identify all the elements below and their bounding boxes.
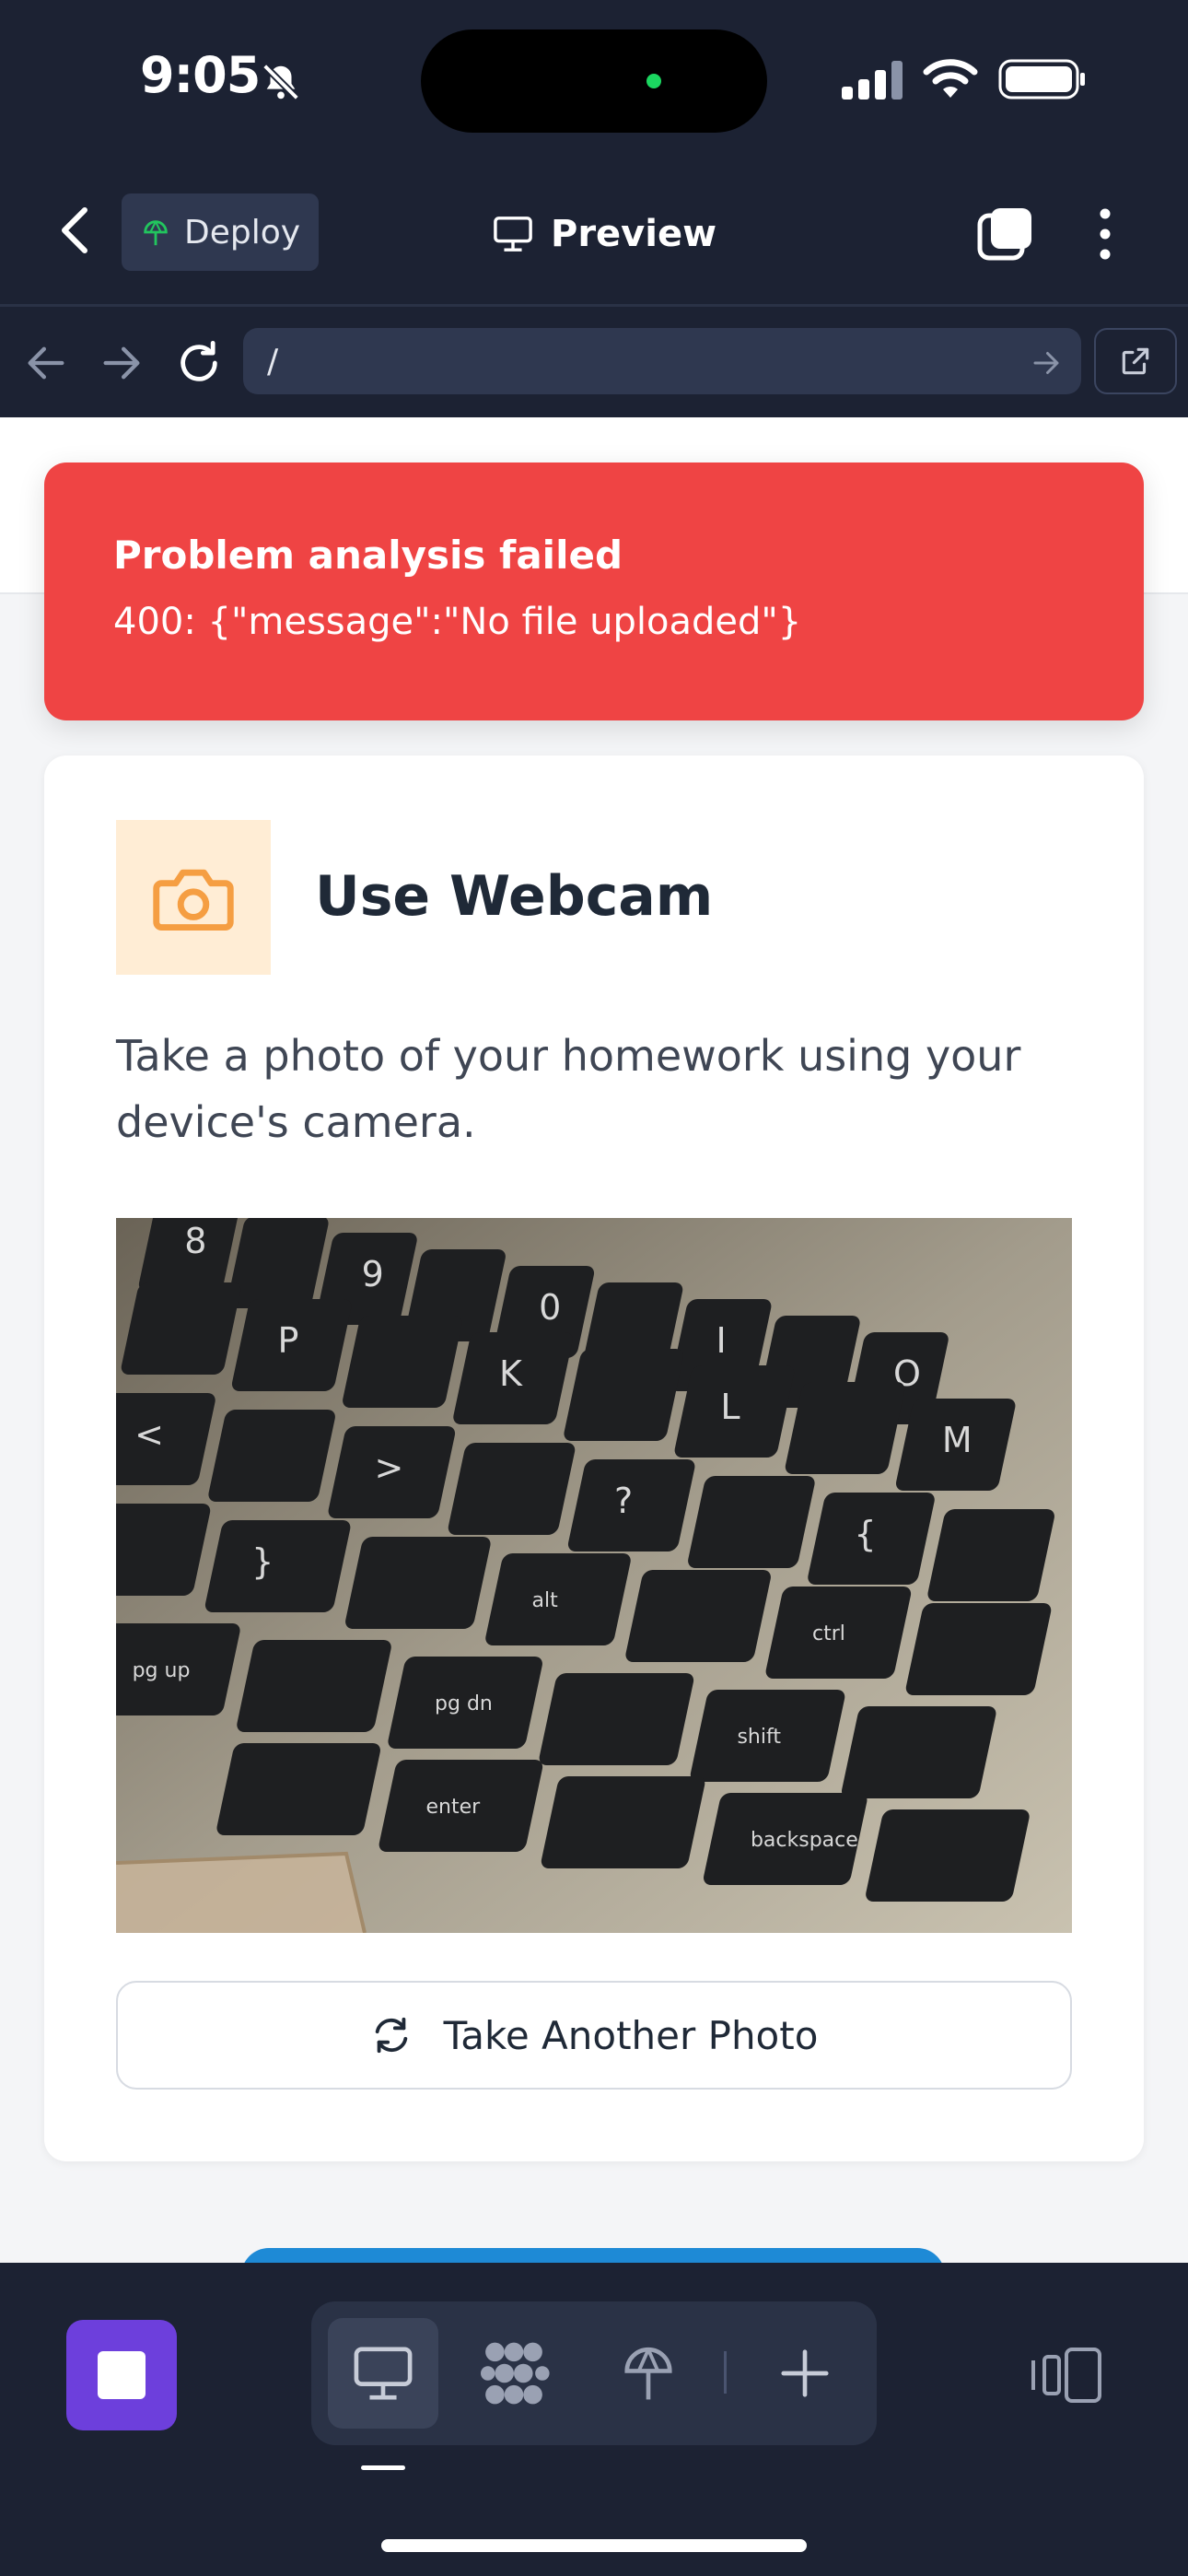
photo-key	[237, 1640, 391, 1732]
nav-back-arrow-icon[interactable]	[22, 339, 70, 387]
battery-icon	[998, 59, 1085, 100]
photo-key-label: I	[716, 1320, 727, 1361]
photo-key	[204, 1520, 351, 1612]
more-vertical-icon[interactable]	[1089, 205, 1122, 263]
photo-key-label: P	[278, 1320, 299, 1361]
go-arrow-icon[interactable]	[1028, 346, 1065, 380]
photo-key	[216, 1743, 380, 1835]
tool-deploy[interactable]	[593, 2318, 704, 2429]
photo-key-label: {	[854, 1514, 876, 1554]
photo-key	[448, 1443, 576, 1535]
stop-button[interactable]	[66, 2320, 177, 2430]
photo-key	[343, 1316, 462, 1408]
wifi-icon	[923, 59, 978, 98]
photo-key-label: }	[251, 1541, 274, 1582]
tabs-icon[interactable]	[976, 205, 1035, 263]
photo-key-label: backspace	[751, 1829, 858, 1852]
deploy-label: Deploy	[183, 213, 301, 252]
cellular-signal-icon	[842, 61, 903, 100]
tool-add[interactable]	[750, 2318, 860, 2429]
photo-key-label: >	[375, 1447, 404, 1488]
tool-preview[interactable]	[328, 2318, 438, 2429]
preview-title: Preview	[492, 205, 716, 263]
photo-key	[121, 1282, 241, 1375]
photo-key-label: ctrl	[812, 1622, 845, 1645]
photo-key-label: M	[942, 1420, 973, 1460]
error-toast[interactable]: Problem analysis failed 400: {"message":…	[44, 463, 1144, 720]
photo-key-label: 0	[539, 1287, 561, 1328]
monitor-icon	[494, 217, 532, 252]
chrome-divider	[0, 304, 1188, 307]
photo-key	[625, 1570, 771, 1662]
tool-separator	[724, 2351, 727, 2394]
plus-icon	[781, 2349, 829, 2397]
photo-key-label: <	[134, 1414, 164, 1455]
webcam-card: Use Webcam Take a photo of your homework…	[44, 755, 1144, 2161]
photo-key	[866, 1809, 1030, 1902]
photo-key	[539, 1673, 694, 1765]
external-link-icon	[1122, 347, 1149, 375]
photo-key-label: shift	[737, 1726, 781, 1749]
photo-key	[564, 1349, 683, 1441]
device-layout-icon[interactable]	[1030, 2346, 1103, 2405]
photo-key	[927, 1509, 1054, 1601]
deploy-tree-icon	[144, 220, 168, 246]
home-indicator	[381, 2539, 807, 2552]
open-external-button[interactable]	[1094, 328, 1177, 394]
card-description: Take a photo of your homework using your…	[116, 1031, 1021, 1147]
nav-forward-arrow-icon[interactable]	[98, 339, 146, 387]
photo-key-label: alt	[532, 1589, 559, 1612]
photo-key	[485, 1553, 631, 1645]
stop-square-icon	[98, 2351, 146, 2399]
preview-title-text: Preview	[551, 213, 717, 255]
dynamic-island	[421, 29, 767, 133]
photo-key-label: enter	[426, 1796, 482, 1819]
monitor-icon	[354, 2347, 413, 2400]
toast-message: 400: {"message":"No file uploaded"}	[113, 601, 802, 643]
bell-slash-icon	[262, 64, 299, 100]
photo-key-label: K	[499, 1353, 523, 1394]
url-input[interactable]: /	[243, 328, 1081, 394]
photo-key-label: L	[720, 1387, 740, 1427]
photo-key-label: 9	[362, 1254, 384, 1294]
photo-key-label: ?	[614, 1481, 633, 1521]
url-text: /	[267, 342, 279, 381]
photo-key	[841, 1706, 996, 1798]
status-time: 9:05	[140, 46, 261, 104]
camera-icon-tile	[116, 820, 271, 975]
photo-key-label: pg up	[133, 1659, 191, 1682]
deploy-tree-icon	[624, 2347, 672, 2400]
photo-key	[688, 1476, 815, 1568]
take-another-photo-button[interactable]: Take Another Photo	[116, 1981, 1072, 2090]
keyboard-photo: 890IOPKLM<>?{}altctrlpg uppg dnshiftente…	[116, 1218, 1072, 1933]
retake-label: Take Another Photo	[443, 2012, 819, 2058]
photo-key-label: 8	[184, 1221, 206, 1261]
photo-key	[785, 1382, 905, 1474]
refresh-icon	[375, 2017, 407, 2054]
photo-key-label: pg dn	[435, 1692, 493, 1715]
photo-key	[345, 1537, 491, 1629]
photo-key	[905, 1603, 1052, 1695]
workspace-blocks-icon	[481, 2342, 550, 2405]
photo-key	[541, 1776, 705, 1868]
photo-key	[208, 1410, 335, 1502]
camera-in-use-indicator	[646, 74, 661, 88]
toast-title: Problem analysis failed	[113, 533, 623, 578]
reload-icon[interactable]	[175, 339, 223, 387]
tool-workspace[interactable]	[459, 2318, 569, 2429]
deploy-button[interactable]: Deploy	[122, 193, 319, 271]
camera-icon	[153, 869, 234, 931]
captured-photo: 8 9 0 I O P K L M < >?{} alt ctrl pg up pg dn shift ente…	[116, 1218, 1072, 1933]
active-tool-indicator	[361, 2465, 405, 2470]
card-title: Use Webcam	[315, 864, 714, 929]
back-chevron-icon[interactable]	[55, 205, 96, 256]
